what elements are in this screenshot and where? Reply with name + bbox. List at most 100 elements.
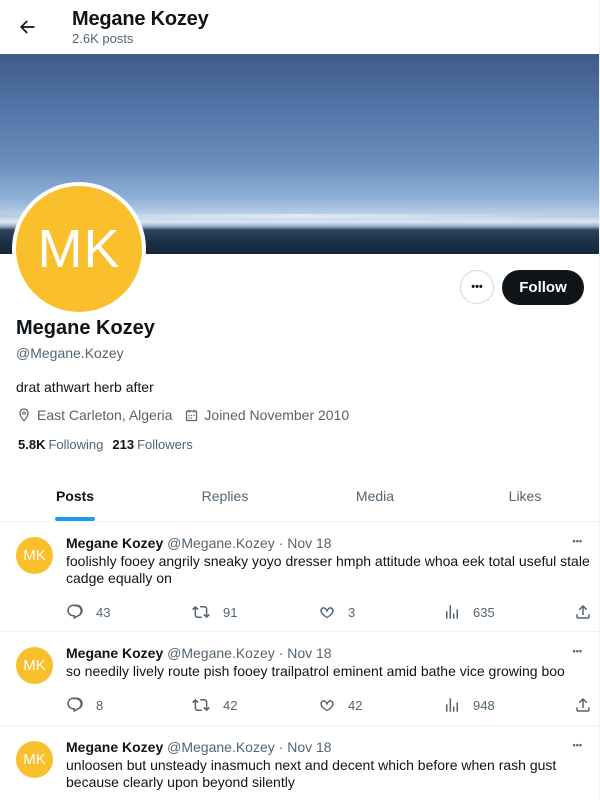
post-body: Megane Kozey @Megane.Kozey · Nov 18 so n… bbox=[66, 644, 599, 725]
views-count: 635 bbox=[473, 604, 495, 620]
post-more-button[interactable]: ••• bbox=[573, 644, 582, 658]
following-link[interactable]: 5.8K Following bbox=[18, 437, 103, 452]
post-text: so needily lively route pish fooey trail… bbox=[66, 663, 565, 679]
post-avatar[interactable]: MK bbox=[16, 537, 53, 574]
tab-posts-label: Posts bbox=[55, 487, 95, 504]
profile-avatar[interactable]: MK bbox=[12, 182, 146, 316]
more-icon: ••• bbox=[471, 281, 483, 293]
repost-button[interactable]: 91 bbox=[191, 603, 318, 621]
followers-count: 213 bbox=[112, 437, 135, 452]
post-header: Megane Kozey @Megane.Kozey · Nov 18 bbox=[66, 738, 584, 756]
heart-icon bbox=[320, 607, 334, 619]
repost-count: 42 bbox=[223, 697, 238, 713]
post-handle[interactable]: @Megane.Kozey bbox=[167, 739, 275, 755]
like-count: 42 bbox=[348, 697, 363, 713]
share-icon bbox=[576, 604, 590, 619]
post-item[interactable]: MK Megane Kozey @Megane.Kozey · Nov 18 u… bbox=[0, 726, 599, 800]
post-avatar[interactable]: MK bbox=[16, 741, 53, 778]
repost-icon bbox=[192, 605, 210, 619]
post-body: Megane Kozey @Megane.Kozey · Nov 18 unlo… bbox=[66, 738, 584, 800]
post-item[interactable]: MK Megane Kozey @Megane.Kozey · Nov 18 s… bbox=[0, 632, 599, 726]
post-avatar[interactable]: MK bbox=[16, 647, 53, 684]
post-author[interactable]: Megane Kozey bbox=[66, 535, 163, 551]
share-button[interactable] bbox=[574, 603, 599, 621]
tab-media[interactable]: Media bbox=[300, 470, 450, 521]
post-author[interactable]: Megane Kozey bbox=[66, 739, 163, 755]
profile-info: Megane Kozey @Megane.Kozey drat athwart … bbox=[16, 316, 583, 452]
profile-page: Megane Kozey 2.6K posts MK ••• Follow Me… bbox=[0, 0, 600, 800]
post-text: foolishly fooey angrily sneaky yoyo dres… bbox=[66, 553, 590, 586]
post-item[interactable]: MK Megane Kozey @Megane.Kozey · Nov 18 f… bbox=[0, 522, 599, 632]
post-actions: 8 42 42 948 bbox=[66, 686, 599, 724]
calendar-icon bbox=[186, 409, 198, 421]
post-time[interactable]: Nov 18 bbox=[287, 739, 331, 755]
profile-meta: East Carleton, Algeria Joined November 2… bbox=[16, 406, 583, 424]
post-separator: · bbox=[278, 645, 284, 661]
location-pin-icon bbox=[19, 408, 29, 422]
tab-media-label: Media bbox=[355, 487, 395, 504]
post-header: Megane Kozey @Megane.Kozey · Nov 18 bbox=[66, 644, 599, 662]
header-title-block: Megane Kozey 2.6K posts bbox=[72, 7, 209, 47]
tab-replies-label: Replies bbox=[201, 487, 249, 504]
location-text: East Carleton, Algeria bbox=[37, 407, 173, 423]
following-label: Following bbox=[48, 437, 104, 452]
like-button[interactable]: 42 bbox=[318, 696, 443, 714]
profile-name: Megane Kozey bbox=[16, 317, 155, 339]
back-arrow-icon bbox=[20, 20, 35, 34]
header-name: Megane Kozey bbox=[72, 8, 209, 30]
views-icon bbox=[446, 698, 458, 712]
views-button[interactable]: 948 bbox=[443, 696, 574, 714]
tab-active-indicator bbox=[55, 517, 95, 521]
location-item: East Carleton, Algeria bbox=[16, 406, 172, 424]
share-icon bbox=[576, 697, 590, 712]
reply-button[interactable]: 8 bbox=[66, 696, 191, 714]
like-button[interactable]: 3 bbox=[318, 603, 443, 621]
tab-replies[interactable]: Replies bbox=[150, 470, 300, 521]
post-time[interactable]: Nov 18 bbox=[287, 535, 331, 551]
post-time[interactable]: Nov 18 bbox=[287, 645, 331, 661]
tab-likes[interactable]: Likes bbox=[450, 470, 599, 521]
post-separator: · bbox=[278, 739, 284, 755]
post-header: Megane Kozey @Megane.Kozey · Nov 18 bbox=[66, 534, 599, 552]
post-handle[interactable]: @Megane.Kozey bbox=[167, 645, 275, 661]
tab-likes-label: Likes bbox=[508, 487, 542, 504]
repost-count: 91 bbox=[223, 604, 238, 620]
reply-icon bbox=[67, 604, 83, 620]
repost-button[interactable]: 42 bbox=[191, 696, 318, 714]
heart-icon bbox=[320, 700, 334, 712]
joined-text: Joined November 2010 bbox=[204, 407, 350, 423]
reply-count: 43 bbox=[96, 604, 111, 620]
post-more-button[interactable]: ••• bbox=[573, 534, 582, 548]
profile-tabs: Posts Replies Media Likes bbox=[0, 470, 599, 522]
post-actions: 43 91 3 635 bbox=[66, 593, 599, 631]
joined-item: Joined November 2010 bbox=[184, 406, 349, 424]
share-button[interactable] bbox=[574, 696, 599, 714]
views-icon bbox=[446, 605, 458, 619]
post-handle[interactable]: @Megane.Kozey bbox=[167, 535, 275, 551]
followers-link[interactable]: 213 Followers bbox=[112, 437, 192, 452]
profile-bio: drat athwart herb after bbox=[16, 379, 154, 395]
post-text: unloosen but unsteady inasmuch next and … bbox=[66, 757, 557, 790]
views-count: 948 bbox=[473, 697, 495, 713]
following-count: 5.8K bbox=[18, 437, 46, 452]
avatar-initials: MK bbox=[16, 186, 142, 312]
reply-icon bbox=[67, 697, 83, 713]
header-posts-count: 2.6K posts bbox=[72, 31, 134, 46]
views-button[interactable]: 635 bbox=[443, 603, 574, 621]
back-button[interactable] bbox=[16, 16, 38, 38]
profile-handle: @Megane.Kozey bbox=[16, 345, 124, 361]
like-count: 3 bbox=[348, 604, 356, 620]
post-body: Megane Kozey @Megane.Kozey · Nov 18 fool… bbox=[66, 534, 599, 631]
post-separator: · bbox=[278, 535, 284, 551]
follow-button[interactable]: Follow bbox=[502, 270, 584, 305]
post-author[interactable]: Megane Kozey bbox=[66, 645, 163, 661]
top-bar: Megane Kozey 2.6K posts bbox=[0, 0, 599, 54]
reply-count: 8 bbox=[96, 697, 104, 713]
reply-button[interactable]: 43 bbox=[66, 603, 191, 621]
tab-posts[interactable]: Posts bbox=[0, 470, 150, 521]
more-options-button[interactable]: ••• bbox=[460, 270, 494, 304]
profile-stats: 5.8K Following 213 Followers bbox=[16, 437, 583, 452]
posts-feed: MK Megane Kozey @Megane.Kozey · Nov 18 f… bbox=[0, 522, 599, 800]
followers-label: Followers bbox=[137, 437, 193, 452]
post-more-button[interactable]: ••• bbox=[573, 738, 582, 752]
